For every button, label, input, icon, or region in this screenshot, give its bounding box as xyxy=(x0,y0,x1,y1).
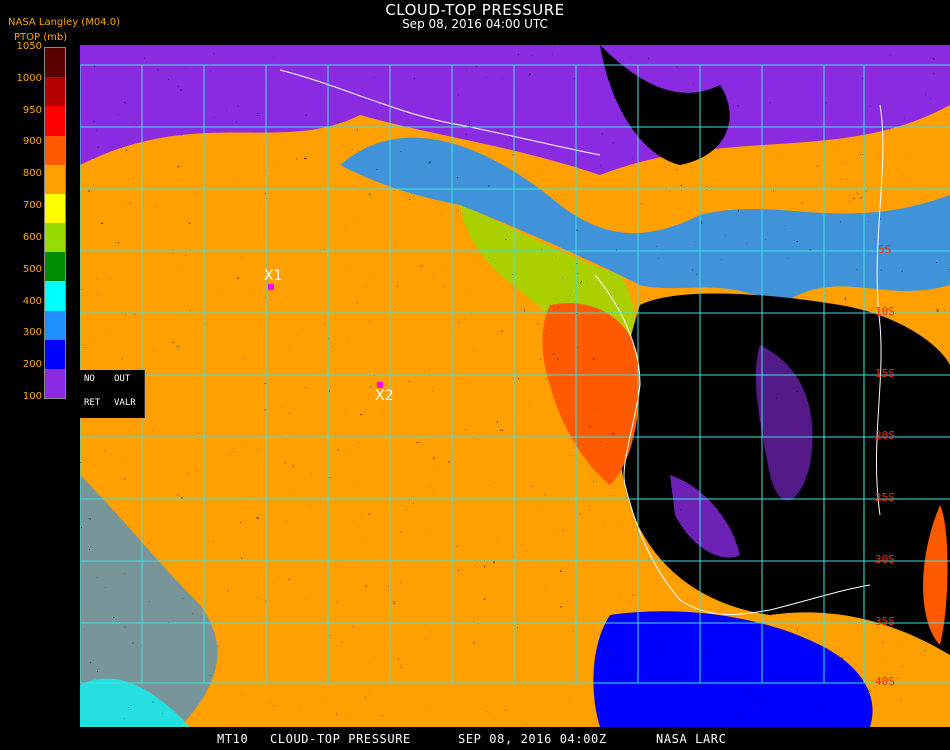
legend-swatch xyxy=(45,252,65,282)
marker-x1-dot xyxy=(268,284,274,290)
legend-swatch xyxy=(45,193,65,224)
marker-x2-label: X2 xyxy=(375,388,394,404)
legend-tick-label: 950 xyxy=(22,104,42,116)
legend-tick-label: 1050 xyxy=(16,41,42,52)
infobox-out: OUT xyxy=(114,374,131,384)
lat-label-30s: 30S xyxy=(875,553,895,566)
satellite-map: 5S 10S 15S 20S 25S 30S 35S 40S X1 X2 xyxy=(80,45,950,727)
product-label: NASA Langley (M04.0) xyxy=(8,17,120,28)
lat-label-10s: 10S xyxy=(875,305,895,318)
footer-source: NASA LARC xyxy=(656,732,727,746)
legend-swatch xyxy=(45,164,65,195)
color-legend xyxy=(44,47,66,399)
footer-bar: MT10 CLOUD-TOP PRESSURE SEP 08, 2016 04:… xyxy=(0,728,950,750)
lat-label-20s: 20S xyxy=(875,429,895,442)
marker-x1-label: X1 xyxy=(264,268,283,284)
map-svg xyxy=(80,45,950,727)
legend-tick-label: 1000 xyxy=(16,72,42,84)
legend-swatch xyxy=(45,223,65,253)
legend-tick-label: 100 xyxy=(22,391,42,402)
cloud-texture xyxy=(80,45,950,727)
legend-swatch xyxy=(45,77,65,107)
infobox-ret: RET xyxy=(84,398,101,408)
legend-tick-label: 200 xyxy=(22,359,42,371)
legend-swatch xyxy=(45,281,65,311)
lat-label-35s: 35S xyxy=(875,615,895,628)
infobox-no: NO xyxy=(84,374,95,384)
chart-datetime: Sep 08, 2016 04:00 UTC xyxy=(402,17,548,31)
lat-label-25s: 25S xyxy=(875,491,895,504)
legend-swatch xyxy=(45,368,65,399)
legend-tick-label: 700 xyxy=(22,200,42,212)
lat-label-40s: 40S xyxy=(875,675,895,688)
lat-label-5s: 5S xyxy=(878,243,892,256)
legend-swatch xyxy=(45,135,65,166)
legend-swatch xyxy=(45,106,65,136)
legend-swatch xyxy=(45,48,65,78)
quality-infobox: NO OUT RET VALR xyxy=(80,370,145,418)
footer-name: CLOUD-TOP PRESSURE xyxy=(270,732,411,746)
legend-swatch xyxy=(45,339,65,370)
footer-id: MT10 xyxy=(217,732,249,746)
footer-date: SEP 08, 2016 04:00Z xyxy=(458,732,607,746)
lat-label-15s: 15S xyxy=(875,367,895,380)
legend-tick-label: 500 xyxy=(22,263,42,275)
infobox-valr: VALR xyxy=(114,398,136,408)
legend-tick-label: 900 xyxy=(22,136,42,148)
legend-tick-label: 400 xyxy=(22,295,42,307)
legend-tick-label: 600 xyxy=(22,231,42,243)
legend-tick-label: 300 xyxy=(22,327,42,339)
legend-swatch xyxy=(45,310,65,341)
legend-tick-label: 800 xyxy=(22,168,42,180)
